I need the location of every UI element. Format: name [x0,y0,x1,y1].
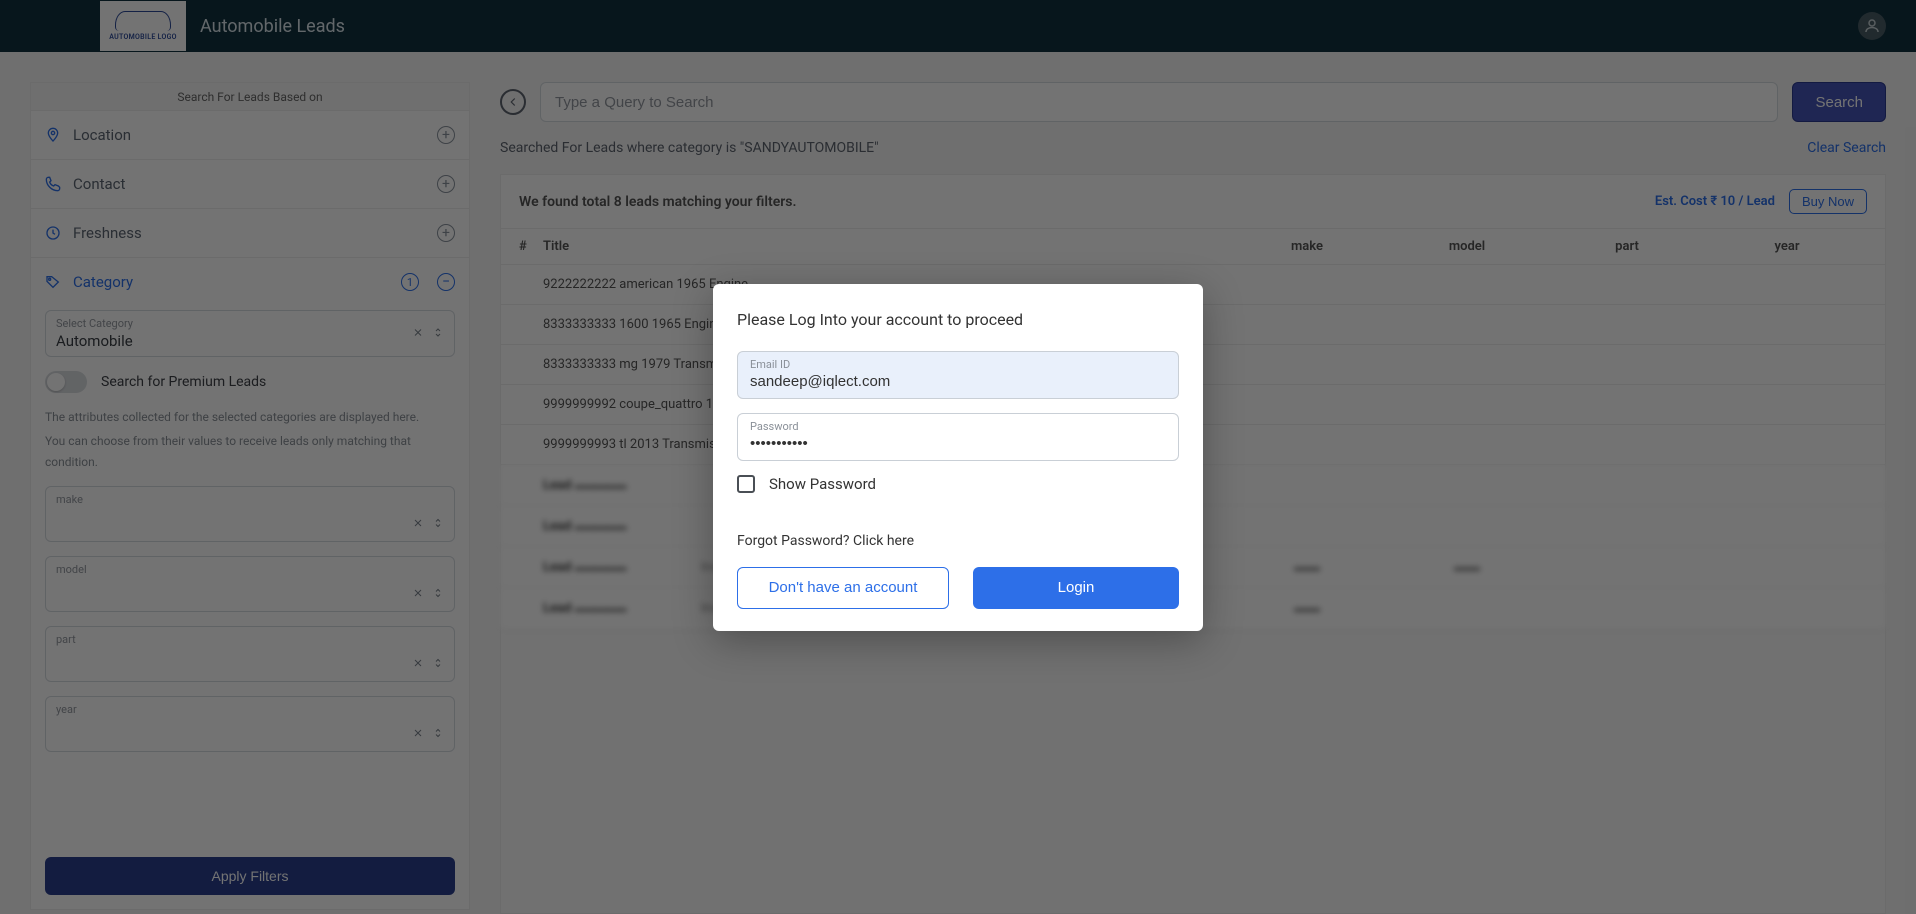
email-field[interactable] [750,373,1166,390]
password-field[interactable] [750,435,1166,452]
password-label: Password [750,420,1166,433]
password-field-wrap[interactable]: Password [737,413,1179,461]
no-account-button[interactable]: Don't have an account [737,567,949,609]
modal-title: Please Log Into your account to proceed [737,310,1179,329]
email-field-wrap[interactable]: Email ID [737,351,1179,399]
forgot-password-link[interactable]: Forgot Password? Click here [737,533,1179,549]
show-password-label: Show Password [769,475,876,493]
email-label: Email ID [750,358,1166,371]
login-button[interactable]: Login [973,567,1179,609]
modal-overlay: Please Log Into your account to proceed … [0,0,1916,914]
show-password-checkbox[interactable] [737,475,755,493]
login-modal: Please Log Into your account to proceed … [713,284,1203,631]
